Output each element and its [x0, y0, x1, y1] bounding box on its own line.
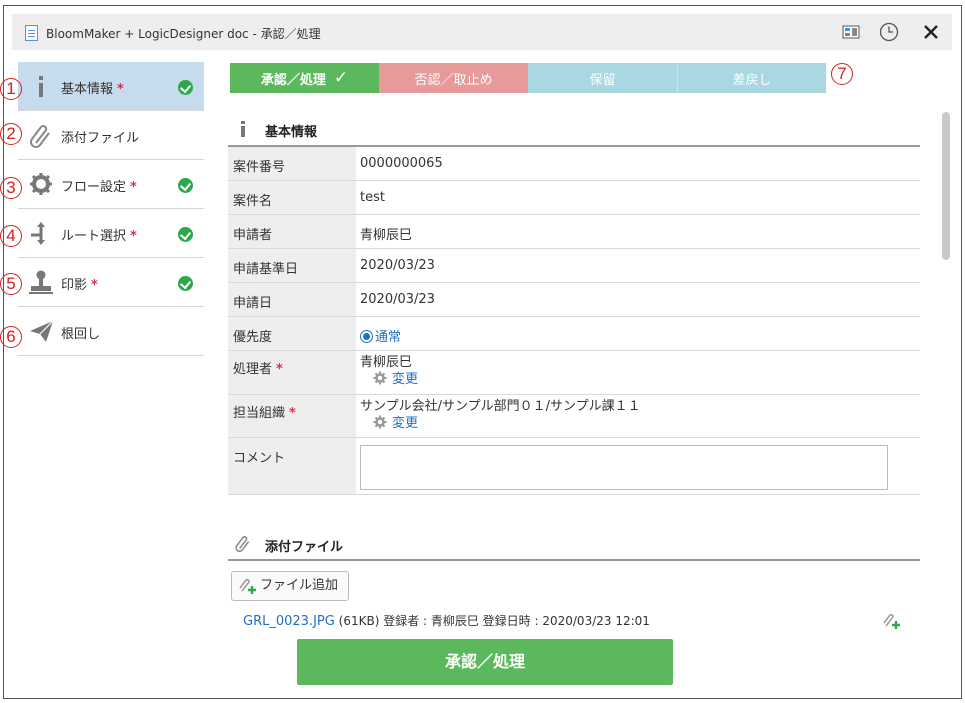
sidebar-item-flow-settings[interactable]: フロー設定 *: [18, 160, 204, 209]
field-label: 申請者: [228, 215, 356, 248]
field-row-priority: 優先度 通常: [228, 317, 920, 351]
gear-icon: [373, 415, 387, 429]
field-value: test: [360, 190, 385, 205]
section-header-attachments: 添付ファイル: [228, 519, 920, 561]
close-icon[interactable]: [921, 22, 941, 42]
sidebar-item-route-selection[interactable]: ルート選択 *: [18, 209, 204, 258]
change-processor-link[interactable]: 変更: [360, 371, 920, 388]
tab-hold[interactable]: 保留: [528, 63, 677, 93]
attachments-body: ファイル追加 GRL_0023.JPG (61KB) 登録者 : 青柳辰巳 登録…: [228, 561, 920, 641]
callout-number: 6: [0, 326, 22, 348]
change-organization-link[interactable]: 変更: [360, 415, 920, 432]
required-mark: *: [91, 278, 98, 293]
layout-toggle-icon[interactable]: [841, 22, 861, 42]
callout-number: 5: [0, 273, 22, 295]
field-value: 2020/03/23: [360, 258, 435, 273]
comment-textarea[interactable]: [360, 445, 888, 490]
stamp-icon: [29, 270, 53, 294]
info-icon: [241, 121, 245, 137]
sidebar-item-label: フロー設定: [61, 180, 127, 195]
route-split-icon: [31, 222, 45, 245]
tab-send-back[interactable]: 差戻し: [677, 63, 826, 93]
attachment-file-link[interactable]: GRL_0023.JPG: [243, 614, 335, 629]
priority-radio[interactable]: [360, 330, 373, 343]
status-tabs: 承認／処理 ✓ 否認／取止め 保留 差戻し: [230, 63, 826, 93]
section-title: 基本情報: [265, 125, 318, 140]
attach-add-icon[interactable]: [883, 613, 901, 630]
check-icon: [178, 178, 193, 193]
info-icon: [39, 76, 43, 97]
required-mark: *: [117, 82, 124, 97]
field-row-application-base-date: 申請基準日 2020/03/23: [228, 249, 920, 283]
priority-value[interactable]: 通常: [375, 330, 401, 345]
field-row-application-date: 申請日 2020/03/23: [228, 283, 920, 317]
callout-number: 2: [0, 123, 22, 145]
field-row-case-number: 案件番号 0000000065: [228, 147, 920, 181]
callout-number: 3: [0, 177, 22, 199]
tab-reject[interactable]: 否認／取止め: [379, 63, 528, 93]
add-file-button[interactable]: ファイル追加: [231, 571, 350, 601]
field-row-processor: 処理者 * 青柳辰巳 変更: [228, 351, 920, 395]
field-label: 優先度: [228, 317, 356, 350]
attachment-info: (61KB) 登録者 : 青柳辰巳 登録日時 : 2020/03/23 12:0…: [338, 614, 650, 628]
required-mark: *: [289, 406, 296, 421]
section-title: 添付ファイル: [265, 540, 344, 555]
field-label: 処理者: [233, 362, 273, 377]
field-label: 申請基準日: [228, 249, 356, 282]
field-row-organization: 担当組織 * サンプル会社/サンプル部門０１/サンプル課１１ 変更: [228, 395, 920, 438]
window-title: BloomMaker + LogicDesigner doc - 承認／処理: [46, 27, 321, 41]
document-icon: [25, 25, 38, 41]
sidebar-item-label: 印影: [61, 278, 88, 293]
check-icon: [178, 80, 193, 95]
main-content: 基本情報 案件番号 0000000065 案件名 test 申請者 青柳辰巳 申…: [228, 110, 920, 641]
paperclip-icon: [30, 125, 50, 148]
paperclip-icon: [235, 536, 250, 553]
required-mark: *: [276, 362, 283, 377]
callout-number: 7: [831, 63, 853, 85]
sidebar-item-nemawashi[interactable]: 根回し: [18, 307, 204, 356]
field-value: 青柳辰巳: [360, 355, 413, 370]
checkmark-icon: ✓: [333, 68, 349, 88]
field-label: コメント: [228, 438, 356, 494]
required-mark: *: [130, 229, 137, 244]
gear-icon: [373, 371, 387, 385]
field-value: 0000000065: [360, 156, 443, 171]
field-row-comment: コメント: [228, 438, 920, 495]
field-value: 2020/03/23: [360, 292, 435, 307]
scrollbar-thumb[interactable]: [942, 112, 950, 260]
tab-approve[interactable]: 承認／処理 ✓: [230, 63, 379, 93]
sidebar-item-label: 添付ファイル: [61, 131, 140, 146]
field-value: サンプル会社/サンプル部門０１/サンプル課１１: [360, 399, 641, 414]
attach-add-icon: [239, 578, 256, 594]
gear-icon: [30, 173, 52, 195]
check-icon: [178, 227, 193, 242]
check-icon: [178, 276, 193, 291]
callout-number: 1: [0, 78, 22, 100]
sidebar-item-attachments[interactable]: 添付ファイル: [18, 111, 204, 160]
field-row-applicant: 申請者 青柳辰巳: [228, 215, 920, 249]
sidebar-item-basic-info[interactable]: 基本情報 *: [18, 62, 204, 111]
field-value: 青柳辰巳: [360, 228, 413, 243]
required-mark: *: [130, 180, 137, 195]
field-label: 案件番号: [228, 147, 356, 180]
sidebar-item-label: ルート選択: [61, 229, 127, 244]
section-header-basic-info: 基本情報: [228, 110, 920, 147]
field-row-case-name: 案件名 test: [228, 181, 920, 215]
sidebar-item-label: 根回し: [61, 327, 101, 342]
sidebar-item-label: 基本情報: [61, 82, 114, 97]
field-label: 担当組織: [233, 406, 286, 421]
sidebar: 基本情報 * 添付ファイル フロー設定 * ルート選択 * 印影 * 根回し: [18, 62, 204, 356]
paper-plane-icon: [30, 320, 54, 342]
sidebar-item-seal[interactable]: 印影 *: [18, 258, 204, 307]
attachment-item: GRL_0023.JPG (61KB) 登録者 : 青柳辰巳 登録日時 : 20…: [243, 612, 650, 629]
approve-process-button[interactable]: 承認／処理: [297, 639, 673, 685]
field-label: 案件名: [228, 181, 356, 214]
title-bar: BloomMaker + LogicDesigner doc - 承認／処理: [12, 14, 952, 50]
history-clock-icon[interactable]: [879, 22, 899, 42]
callout-number: 4: [0, 225, 22, 247]
field-label: 申請日: [228, 283, 356, 316]
